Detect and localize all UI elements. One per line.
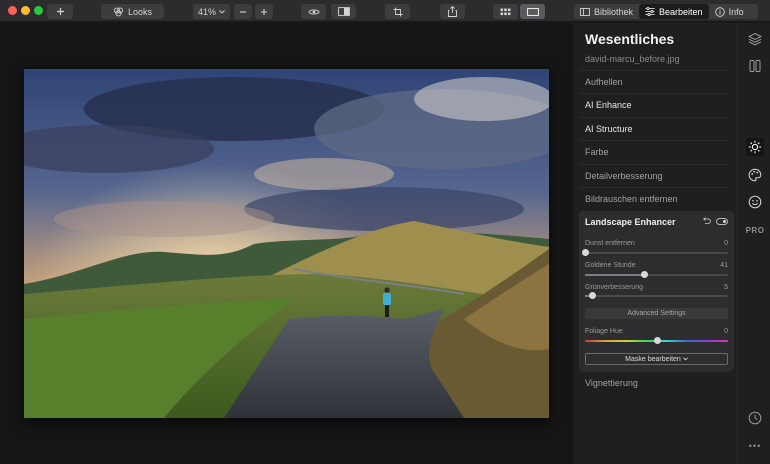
palette-icon xyxy=(748,168,762,182)
section-ai-enhance[interactable]: AI Enhance xyxy=(579,93,729,116)
looks-button[interactable]: Looks xyxy=(101,4,164,19)
mask-edit-label: Maske bearbeiten xyxy=(625,355,681,363)
rail-layers[interactable] xyxy=(746,30,764,48)
slider-label-dunst: Dunst entfernen xyxy=(585,240,635,247)
slider-gruenverbesserung[interactable] xyxy=(585,292,728,299)
advanced-settings-button[interactable]: Advanced Settings xyxy=(585,308,728,319)
share-icon xyxy=(448,6,457,17)
pro-icon: PRO xyxy=(745,225,765,235)
add-button[interactable] xyxy=(47,4,73,19)
slider-value-foliage-hue: 0 xyxy=(724,328,728,335)
cyclist-figure xyxy=(383,293,391,305)
canvas-icon xyxy=(749,60,761,72)
layers-icon xyxy=(748,32,762,46)
rail-essentials[interactable] xyxy=(746,138,764,156)
crop-button[interactable] xyxy=(385,4,410,19)
fullscreen-window-button[interactable] xyxy=(34,6,43,15)
mode-switcher: Bibliothek Bearbeiten Info xyxy=(574,4,758,19)
grid-icon xyxy=(500,8,511,15)
slider-value-goldene-stunde: 41 xyxy=(720,262,728,269)
zoom-in-button[interactable] xyxy=(255,4,273,19)
minimize-window-button[interactable] xyxy=(21,6,30,15)
slider-knob[interactable] xyxy=(589,292,597,299)
looks-label: Looks xyxy=(127,6,153,17)
sun-icon xyxy=(748,140,762,154)
tab-info-label: Info xyxy=(728,6,744,17)
crop-icon xyxy=(393,7,402,16)
section-vignettierung[interactable]: Vignettierung xyxy=(579,371,729,394)
minus-icon xyxy=(240,10,246,13)
rail-pro[interactable]: PRO xyxy=(746,221,764,239)
tab-bearbeiten-label: Bearbeiten xyxy=(659,6,703,17)
slider-value-gruenverbesserung: 5 xyxy=(724,284,728,291)
share-button[interactable] xyxy=(440,4,465,19)
zoom-value: 41% xyxy=(197,6,216,17)
looks-icon xyxy=(113,6,124,16)
image-canvas[interactable] xyxy=(0,23,573,464)
section-aufhellen[interactable]: Aufhellen xyxy=(579,70,729,93)
slider-label-foliage-hue: Foliage Hue xyxy=(585,328,623,335)
slider-label-gruenverbesserung: Grünverbesserung xyxy=(585,284,643,291)
tab-info[interactable]: Info xyxy=(709,4,758,19)
tab-bibliothek[interactable]: Bibliothek xyxy=(574,4,639,19)
grid-view-button[interactable] xyxy=(493,4,518,19)
library-icon xyxy=(580,7,590,16)
card-title: Landscape Enhancer xyxy=(585,217,676,227)
landscape-enhancer-card: Landscape Enhancer Dunst entfernen 0 Gol… xyxy=(579,211,734,371)
section-detailverbesserung[interactable]: Detailverbesserung xyxy=(579,164,729,187)
info-icon xyxy=(714,6,725,17)
compare-button[interactable] xyxy=(331,4,356,19)
rail-canvas[interactable] xyxy=(746,57,764,75)
tool-rail: PRO ••• xyxy=(737,23,770,464)
more-menu-icon[interactable]: ••• xyxy=(746,437,764,455)
sliders-icon xyxy=(645,7,655,16)
plus-icon xyxy=(261,8,267,15)
mask-edit-button[interactable]: Maske bearbeiten xyxy=(585,353,728,365)
slider-foliage-hue[interactable] xyxy=(585,337,728,344)
rail-history[interactable] xyxy=(746,409,764,427)
section-ai-structure[interactable]: AI Structure xyxy=(579,117,729,140)
panel-title: Wesentliches xyxy=(585,31,675,47)
tab-bibliothek-label: Bibliothek xyxy=(594,6,634,17)
plus-icon xyxy=(56,8,64,15)
clock-icon xyxy=(748,411,762,425)
chevron-down-icon xyxy=(219,9,225,14)
section-farbe[interactable]: Farbe xyxy=(579,140,729,163)
rail-creative[interactable] xyxy=(746,166,764,184)
enable-toggle[interactable] xyxy=(716,218,728,225)
close-window-button[interactable] xyxy=(8,6,17,15)
tab-bearbeiten[interactable]: Bearbeiten xyxy=(639,4,709,19)
photo-preview xyxy=(24,69,549,418)
top-toolbar: Looks 41% Bibliothek Bearbeiten Info xyxy=(0,0,770,22)
single-view-button[interactable] xyxy=(520,4,545,19)
zoom-out-button[interactable] xyxy=(234,4,252,19)
slider-knob[interactable] xyxy=(582,249,589,256)
slider-label-goldene-stunde: Goldene Stunde xyxy=(585,262,636,269)
landscape-photo xyxy=(24,69,549,418)
slider-goldene-stunde[interactable] xyxy=(585,271,728,278)
preview-button[interactable] xyxy=(301,4,326,19)
slider-fill xyxy=(585,274,644,276)
slider-dunst[interactable] xyxy=(582,249,728,256)
slider-value-dunst: 0 xyxy=(724,240,728,247)
undo-icon[interactable] xyxy=(702,216,711,225)
slider-knob[interactable] xyxy=(653,337,661,344)
single-view-icon xyxy=(526,7,539,16)
section-bildrauschen[interactable]: Bildrauschen entfernen xyxy=(579,187,729,210)
compare-icon xyxy=(337,7,350,16)
file-name: david-marcu_before.jpg xyxy=(585,54,680,64)
eye-icon xyxy=(307,8,320,15)
slider-knob[interactable] xyxy=(640,271,648,278)
chevron-down-icon xyxy=(683,357,688,361)
rail-portrait[interactable] xyxy=(746,193,764,211)
smiley-icon xyxy=(748,195,762,209)
zoom-dropdown[interactable]: 41% xyxy=(193,4,230,19)
